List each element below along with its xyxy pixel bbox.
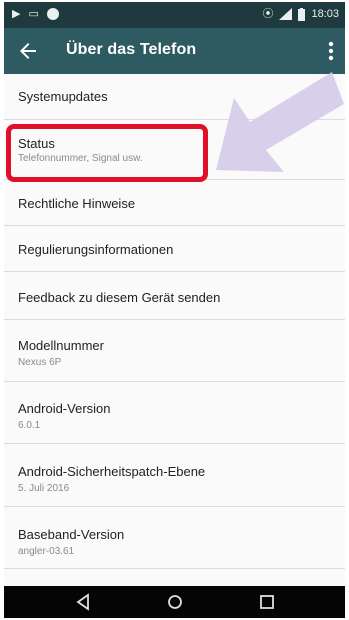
page-title: Über das Telefon: [66, 41, 197, 58]
settings-item-android-version[interactable]: Android-Version 6.0.1: [4, 382, 345, 444]
recents-square-icon[interactable]: [258, 593, 276, 611]
settings-item-modellnummer[interactable]: Modellnummer Nexus 6P: [4, 320, 345, 382]
settings-item-title: Android-Sicherheitspatch-Ebene: [18, 464, 206, 479]
battery-icon: [298, 7, 306, 21]
more-vert-icon[interactable]: [327, 40, 335, 62]
navigation-bar: [4, 586, 345, 618]
settings-item-title: Systemupdates: [18, 89, 108, 104]
back-triangle-icon[interactable]: [74, 593, 92, 611]
phone-screen: ▶ ▭ ⦿ 18:03 Über das Telefon Systemupdat…: [4, 2, 345, 618]
settings-item-title: Android-Version: [18, 401, 111, 416]
vibrate-icon: ⦿: [262, 8, 274, 20]
screen-icon: ▭: [28, 8, 39, 20]
settings-item-subtitle: Nexus 6P: [18, 357, 62, 368]
signal-icon: [279, 8, 293, 20]
settings-item-title: Modellnummer: [18, 338, 104, 353]
settings-item-title: Rechtliche Hinweise: [18, 196, 136, 211]
settings-item-title: Feedback zu diesem Gerät senden: [18, 290, 221, 305]
settings-item-subtitle: 6.0.1: [18, 420, 41, 431]
settings-item-rechtliche-hinweise[interactable]: Rechtliche Hinweise: [4, 180, 345, 226]
settings-item-sicherheitspatch[interactable]: Android-Sicherheitspatch-Ebene 5. Juli 2…: [4, 444, 345, 507]
home-circle-icon[interactable]: [166, 593, 184, 611]
clock: 18:03: [311, 8, 339, 20]
settings-item-subtitle: 5. Juli 2016: [18, 483, 70, 494]
highlight-annotation: [6, 124, 208, 182]
settings-item-baseband-version[interactable]: Baseband-Version angler-03.61: [4, 507, 345, 569]
settings-item-subtitle: angler-03.61: [18, 546, 75, 557]
settings-item-title: Regulierungsinformationen: [18, 242, 174, 257]
notification-icon: [46, 8, 59, 20]
settings-item-title: Baseband-Version: [18, 527, 125, 542]
settings-item-regulierungsinformationen[interactable]: Regulierungsinformationen: [4, 226, 345, 272]
status-bar: ▶ ▭ ⦿ 18:03: [4, 2, 345, 28]
arrow-back-icon[interactable]: [16, 39, 40, 63]
settings-item-feedback[interactable]: Feedback zu diesem Gerät senden: [4, 272, 345, 320]
play-icon: ▶: [12, 8, 21, 20]
pointer-arrow-annotation: [216, 72, 344, 172]
